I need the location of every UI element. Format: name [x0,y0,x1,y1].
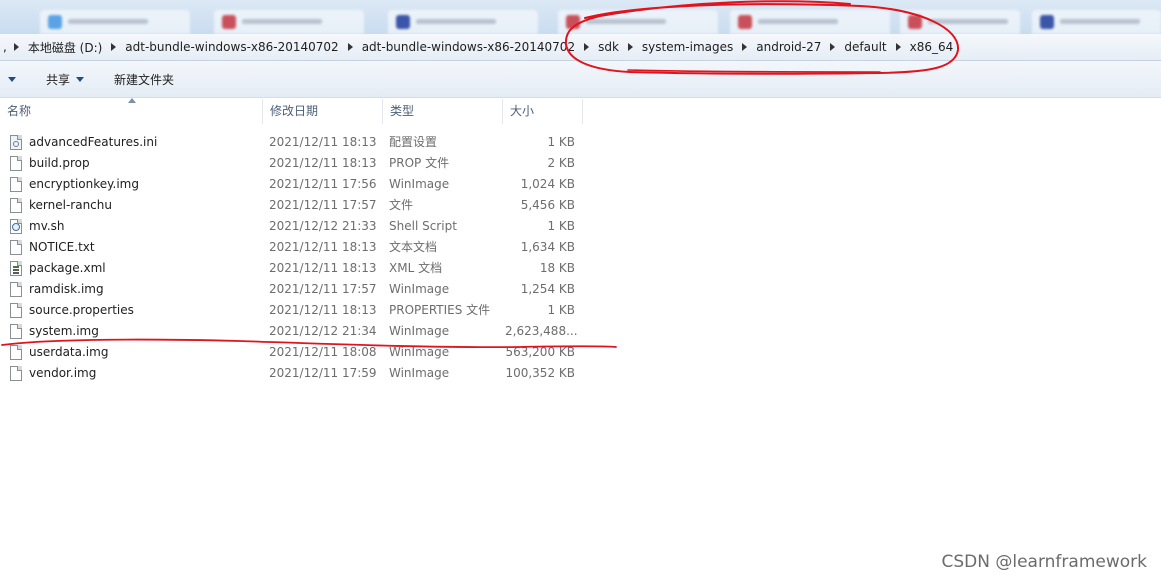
watermark: CSDN @learnframework [941,552,1148,572]
annotation-overlay [1,0,960,349]
annotation-underline [627,69,881,73]
annotation-strike-line [1,338,617,349]
annotation-circle [564,0,960,75]
